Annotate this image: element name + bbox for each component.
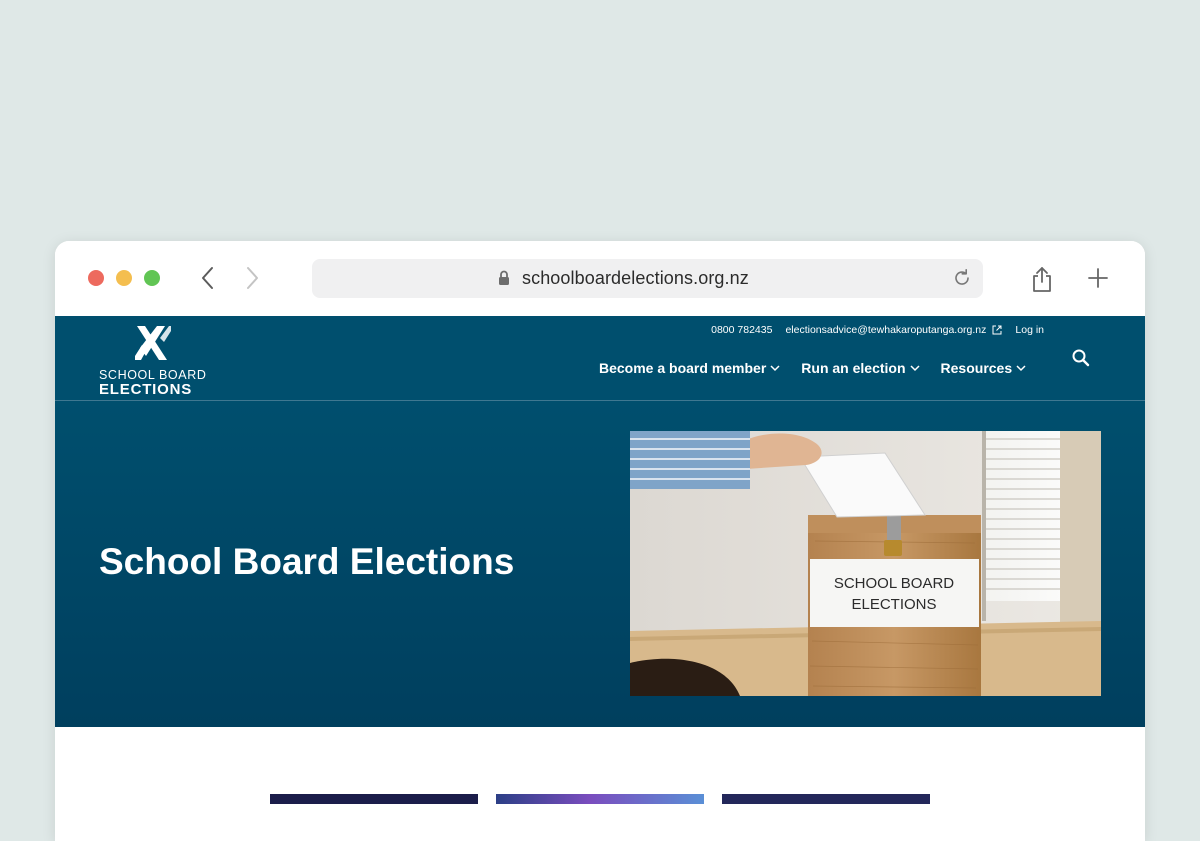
hero-ballot-box-image: SCHOOL BOARD ELECTIONS bbox=[630, 431, 1101, 696]
login-link[interactable]: Log in bbox=[1015, 324, 1044, 336]
external-link-icon bbox=[992, 325, 1002, 335]
phone-link[interactable]: 0800 782435 bbox=[711, 324, 772, 336]
minimize-window-button[interactable] bbox=[116, 270, 132, 286]
logo-text-top: SCHOOL BOARD bbox=[99, 368, 207, 382]
maximize-window-button[interactable] bbox=[144, 270, 160, 286]
back-button[interactable] bbox=[196, 266, 220, 290]
forward-button[interactable] bbox=[240, 266, 264, 290]
plus-icon[interactable] bbox=[1087, 267, 1109, 289]
nav-run-an-election[interactable]: Run an election bbox=[801, 360, 920, 376]
sign-text-line1: SCHOOL BOARD bbox=[834, 575, 954, 592]
browser-window: schoolboardelections.org.nz SCHOOL BOARD… bbox=[55, 241, 1145, 841]
nav-label: Resources bbox=[940, 360, 1013, 376]
page-content bbox=[55, 727, 1145, 841]
site-header: SCHOOL BOARD ELECTIONS 0800 782435 elect… bbox=[55, 316, 1145, 401]
nav-become-board-member[interactable]: Become a board member bbox=[599, 360, 780, 376]
email-text: electionsadvice@tewhakaroputanga.org.nz bbox=[785, 324, 987, 336]
hero-section: School Board Elections SCHOOL BOARD ELEC… bbox=[55, 401, 1145, 727]
logo-mark-icon bbox=[135, 326, 171, 360]
chevron-down-icon bbox=[770, 364, 780, 371]
lock-icon bbox=[499, 270, 509, 285]
logo-text-bottom: ELECTIONS bbox=[99, 381, 193, 398]
chevron-left-icon bbox=[202, 267, 213, 289]
sign-text-line2: ELECTIONS bbox=[851, 596, 936, 613]
chevron-down-icon bbox=[910, 364, 920, 371]
feature-card[interactable] bbox=[722, 794, 930, 804]
url-text: schoolboardelections.org.nz bbox=[522, 268, 749, 288]
search-icon[interactable] bbox=[1071, 348, 1091, 368]
email-link[interactable]: electionsadvice@tewhakaroputanga.org.nz bbox=[785, 324, 1002, 336]
close-window-button[interactable] bbox=[88, 270, 104, 286]
nav-label: Become a board member bbox=[599, 360, 767, 376]
nav-label: Run an election bbox=[801, 360, 906, 376]
share-icon[interactable] bbox=[1030, 265, 1054, 293]
chevron-down-icon bbox=[1016, 364, 1026, 371]
hero-title: School Board Elections bbox=[99, 541, 515, 582]
chevron-right-icon bbox=[247, 267, 258, 289]
main-navigation: Become a board member Run an election Re… bbox=[599, 360, 1026, 376]
site-logo[interactable]: SCHOOL BOARD ELECTIONS bbox=[99, 324, 209, 398]
browser-toolbar: schoolboardelections.org.nz bbox=[55, 241, 1145, 316]
address-bar[interactable]: schoolboardelections.org.nz bbox=[312, 259, 983, 298]
feature-card[interactable] bbox=[496, 794, 704, 804]
utility-links: 0800 782435 electionsadvice@tewhakaroput… bbox=[711, 324, 1044, 336]
feature-card[interactable] bbox=[270, 794, 478, 804]
nav-resources[interactable]: Resources bbox=[941, 360, 1027, 376]
reload-icon[interactable] bbox=[952, 268, 972, 288]
